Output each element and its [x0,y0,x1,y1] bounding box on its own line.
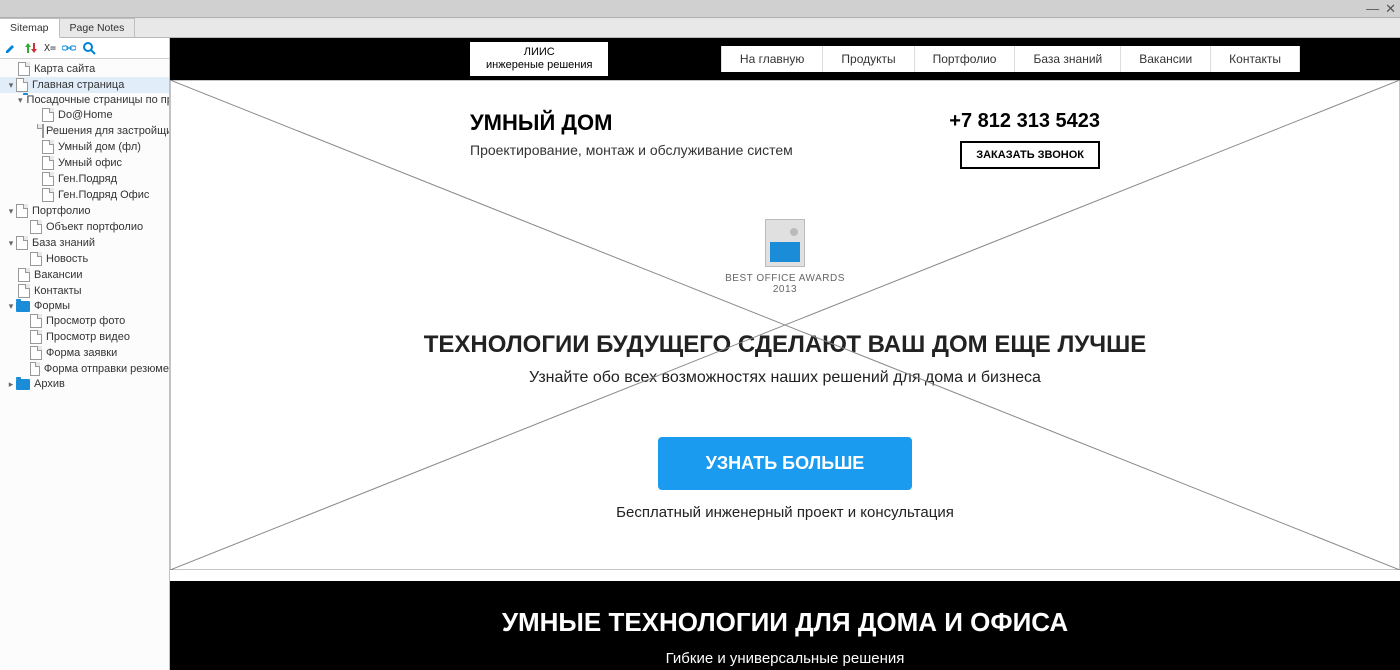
page-icon [16,236,28,250]
page-icon [30,346,42,360]
tree-item-smart-office[interactable]: Умный офис [0,155,169,171]
band2-line1: Гибкие и универсальные решения [666,650,905,667]
tree-item-home[interactable]: ▾Главная страница [0,77,169,93]
nav-products[interactable]: Продукты [823,46,914,72]
tree-item-view-video[interactable]: Просмотр видео [0,329,169,345]
award-text-line2: 2013 [230,284,1340,295]
request-call-button[interactable]: ЗАКАЗАТЬ ЗВОНОК [960,141,1100,169]
page-icon [18,268,30,282]
page-icon [42,140,54,154]
window-titlebar: — ✕ [0,0,1400,18]
page-icon [42,156,54,170]
tree-item-gen-contract-office[interactable]: Ген.Подряд Офис [0,187,169,203]
tree-item-solutions-developers[interactable]: Решения для застройщиков [0,123,169,139]
expand-icon[interactable]: ▸ [6,379,16,390]
page-icon [18,284,30,298]
hero-title: УМНЫЙ ДОМ [470,110,793,136]
phone-number: +7 812 313 5423 [949,110,1100,133]
learn-more-button[interactable]: УЗНАТЬ БОЛЬШЕ [658,437,913,490]
sitemap-sidebar: X= Карта сайта ▾Главная страница ▾Посадо… [0,38,170,670]
tree-item-vacancies[interactable]: Вакансии [0,267,169,283]
tree-item-sitemap-root[interactable]: Карта сайта [0,61,169,77]
hero-sub2: Узнайте обо всех возможностях наших реше… [230,369,1340,387]
tree-item-portfolio-object[interactable]: Объект портфолио [0,219,169,235]
award-text-line1: BEST OFFICE AWARDS [230,273,1340,284]
band-smart-tech: УМНЫЕ ТЕХНОЛОГИИ ДЛЯ ДОМА И ОФИСА Гибкие… [170,581,1400,670]
collapse-icon[interactable]: ▾ [6,301,16,312]
award-image-placeholder [765,219,805,267]
close-icon[interactable]: ✕ [1385,1,1396,17]
collapse-icon[interactable]: ▾ [6,80,16,91]
toolbar-x-label: X= [44,43,56,54]
tree-item-do-home[interactable]: Do@Home [0,107,169,123]
nav-portfolio[interactable]: Портфолио [915,46,1016,72]
sidebar-tab-strip: Sitemap Page Notes [0,18,1400,38]
page-icon [30,362,40,376]
tab-sitemap[interactable]: Sitemap [0,18,60,38]
edit-icon[interactable] [4,41,18,55]
logo-line2: инжереные решения [486,59,592,72]
tree-item-portfolio[interactable]: ▾Портфолио [0,203,169,219]
sort-icon[interactable] [24,43,38,53]
nav-contacts[interactable]: Контакты [1211,46,1300,72]
collapse-icon[interactable]: ▾ [6,206,16,217]
band2-title: УМНЫЕ ТЕХНОЛОГИИ ДЛЯ ДОМА И ОФИСА [170,607,1400,638]
page-icon [30,220,42,234]
collapse-icon[interactable]: ▾ [6,238,16,249]
page-icon [42,108,54,122]
tree-item-form-request[interactable]: Форма заявки [0,345,169,361]
nav-vacancies[interactable]: Вакансии [1121,46,1211,72]
main-nav: На главную Продукты Портфолио База знани… [721,46,1300,72]
page-icon [42,188,54,202]
sidebar-toolbar: X= [0,38,169,59]
page-icon [30,314,42,328]
nav-home[interactable]: На главную [721,46,823,72]
topbar: ЛИИС инжереные решения На главную Продук… [170,38,1400,80]
sitemap-tree: Карта сайта ▾Главная страница ▾Посадочны… [0,59,169,670]
tree-item-view-photo[interactable]: Просмотр фото [0,313,169,329]
page-icon [16,204,28,218]
tree-item-contacts[interactable]: Контакты [0,283,169,299]
tree-item-landing-pages[interactable]: ▾Посадочные страницы по продукта [0,93,169,107]
tree-item-form-resume[interactable]: Форма отправки резюме [0,361,169,377]
page-icon [16,78,28,92]
minimize-icon[interactable]: — [1366,1,1379,16]
link-icon[interactable] [62,41,76,55]
tree-item-gen-contract[interactable]: Ген.Подряд [0,171,169,187]
page-icon [30,252,42,266]
logo-line1: ЛИИС [486,46,592,59]
tree-item-forms[interactable]: ▾Формы [0,299,169,313]
page-icon [18,62,30,76]
tab-page-notes[interactable]: Page Notes [60,18,136,37]
page-icon [42,172,54,186]
collapse-icon[interactable]: ▾ [18,95,23,106]
tree-item-smart-home-fl[interactable]: Умный дом (фл) [0,139,169,155]
page-icon [30,330,42,344]
folder-icon [16,379,30,390]
cta-subtext: Бесплатный инженерный проект и консульта… [230,504,1340,521]
tree-item-knowledge-base[interactable]: ▾База знаний [0,235,169,251]
design-canvas[interactable]: ЛИИС инжереные решения На главную Продук… [170,38,1400,670]
tree-item-news[interactable]: Новость [0,251,169,267]
hero-section: УМНЫЙ ДОМ Проектирование, монтаж и обслу… [170,80,1400,581]
hero-subtitle: Проектирование, монтаж и обслуживание си… [470,142,793,158]
search-icon[interactable] [82,41,96,55]
logo[interactable]: ЛИИС инжереные решения [470,42,608,76]
nav-knowledge-base[interactable]: База знаний [1015,46,1121,72]
hero-headline2: ТЕХНОЛОГИИ БУДУЩЕГО СДЕЛАЮТ ВАШ ДОМ ЕЩЕ … [230,331,1340,359]
folder-icon [16,301,30,312]
tree-item-archive[interactable]: ▸Архив [0,377,169,391]
